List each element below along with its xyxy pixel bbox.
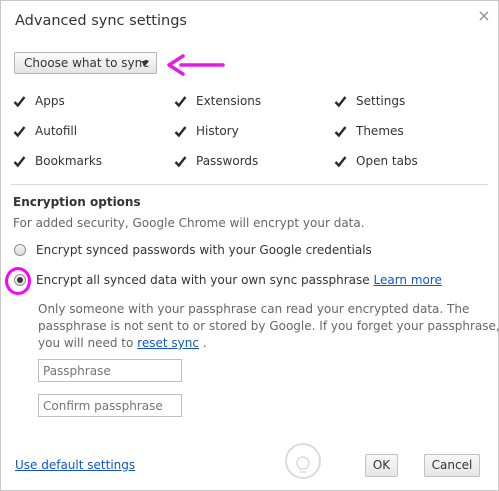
info-line: Only someone with your passphrase can re… [38,302,470,316]
use-default-settings-link[interactable]: Use default settings [15,458,135,472]
checkbox-checked-icon [174,125,187,138]
checkbox-label: Settings [356,94,406,108]
info-line: passphrase is not sent to or stored by G… [38,319,499,333]
checkbox-checked-icon [174,95,187,108]
sync-history-checkbox[interactable]: History [174,123,239,139]
checkbox-checked-icon [13,155,26,168]
sync-apps-checkbox[interactable]: Apps [13,93,65,109]
section-divider [11,184,488,185]
ok-button[interactable]: OK [365,454,398,477]
checkbox-label: Apps [35,94,65,108]
checkbox-checked-icon [334,125,347,138]
checkbox-label: Extensions [196,94,262,108]
caret-down-icon [141,61,149,66]
encryption-description: For added security, Google Chrome will e… [13,216,365,230]
advanced-sync-dialog: Advanced sync settings × Choose what to … [0,0,499,491]
checkbox-label: Open tabs [356,154,418,168]
dropdown-label: Choose what to sync [24,56,149,70]
sync-open-tabs-checkbox[interactable]: Open tabs [334,153,418,169]
annotation-arrow-icon [167,54,225,76]
checkbox-checked-icon [334,155,347,168]
encryption-heading: Encryption options [13,195,141,209]
sync-bookmarks-checkbox[interactable]: Bookmarks [13,153,102,169]
info-line: you will need to reset sync . [38,335,458,352]
learn-more-link[interactable]: Learn more [373,273,441,287]
annotation-circle-icon [5,267,31,295]
radio-label-text: Encrypt all synced data with your own sy… [36,273,370,287]
checkbox-label: Passwords [196,154,259,168]
radio-label: Encrypt synced passwords with your Googl… [36,243,372,257]
checkbox-checked-icon [13,95,26,108]
encrypt-passphrase-radio[interactable]: Encrypt all synced data with your own sy… [14,273,442,287]
reset-sync-link[interactable]: reset sync [137,336,199,350]
passphrase-info: Only someone with your passphrase can re… [38,301,499,352]
close-icon[interactable]: × [477,8,491,24]
encrypt-google-radio[interactable]: Encrypt synced passwords with your Googl… [14,243,372,257]
radio-label: Encrypt all synced data with your own sy… [36,273,442,287]
passphrase-input[interactable] [38,359,182,382]
cancel-button[interactable]: Cancel [424,454,480,477]
sync-autofill-checkbox[interactable]: Autofill [13,123,77,139]
sync-themes-checkbox[interactable]: Themes [334,123,404,139]
sync-settings-checkbox[interactable]: Settings [334,93,405,109]
checkbox-label: Themes [356,124,404,138]
checkbox-label: History [196,124,239,138]
dialog-title: Advanced sync settings [15,13,187,29]
checkbox-checked-icon [13,125,26,138]
radio-unchecked-icon [14,244,26,256]
info-line-prefix: you will need to [38,336,134,350]
confirm-passphrase-input[interactable] [38,394,182,417]
info-line-suffix: . [202,336,207,350]
watermark-bulb-icon [285,443,321,479]
checkbox-label: Bookmarks [35,154,103,168]
sync-passwords-checkbox[interactable]: Passwords [174,153,258,169]
checkbox-checked-icon [334,95,347,108]
choose-what-to-sync-dropdown[interactable]: Choose what to sync [14,52,157,74]
checkbox-checked-icon [174,155,187,168]
checkbox-label: Autofill [35,124,78,138]
sync-extensions-checkbox[interactable]: Extensions [174,93,261,109]
